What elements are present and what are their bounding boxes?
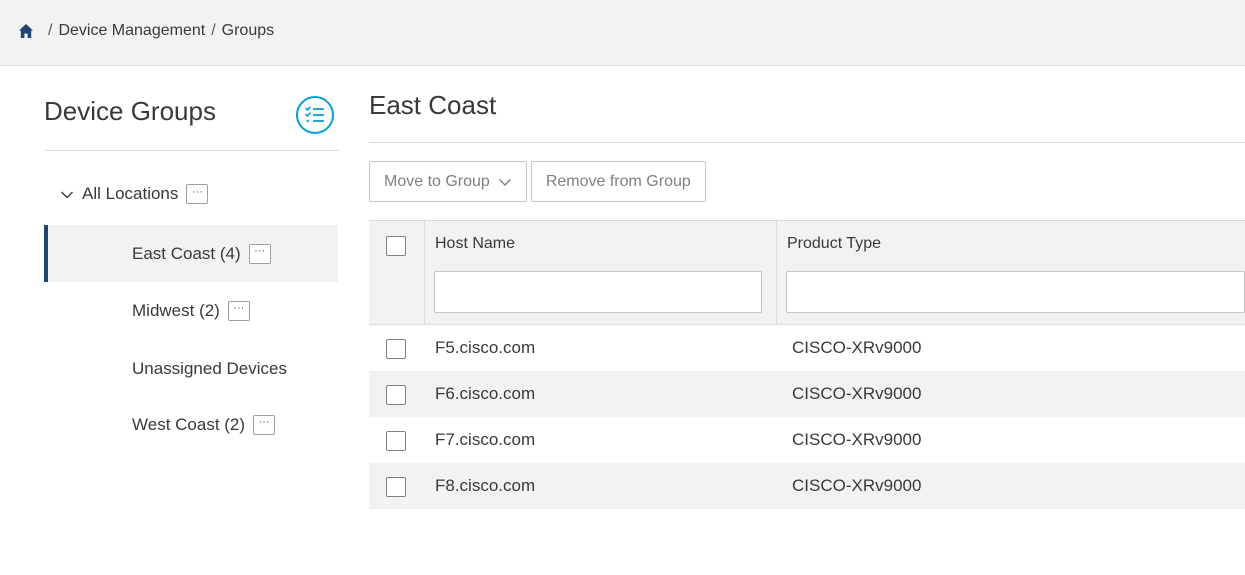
row-checkbox[interactable]: [386, 431, 406, 451]
table-row[interactable]: F8.cisco.com CISCO-XRv9000: [369, 463, 1245, 509]
title-divider: [369, 142, 1245, 143]
column-header-product-type[interactable]: Product Type: [787, 235, 881, 253]
column-host-name: Host Name: [425, 221, 777, 325]
product-type-cell: CISCO-XRv9000: [792, 476, 922, 495]
chevron-down-icon[interactable]: [60, 187, 74, 201]
column-header-host-name[interactable]: Host Name: [435, 235, 515, 253]
sidebar-item-label: West Coast (2): [132, 414, 246, 434]
sidebar-item-east-coast[interactable]: East Coast (4) ···: [44, 225, 338, 282]
host-name-filter-input[interactable]: [434, 271, 762, 313]
select-all-checkbox[interactable]: [386, 236, 406, 256]
ellipsis-icon[interactable]: ···: [253, 414, 276, 435]
chevron-down-icon: [498, 175, 512, 189]
breadcrumb-separator: /: [211, 22, 216, 39]
tree-root-label: All Locations: [82, 184, 179, 203]
group-detail-panel: East Coast Move to Group Remove from Gro…: [369, 66, 1245, 575]
breadcrumb: / Device Management / Groups: [18, 22, 274, 40]
ellipsis-icon[interactable]: ···: [248, 243, 271, 264]
checklist-icon[interactable]: [296, 96, 334, 134]
move-to-group-label: Move to Group: [384, 172, 490, 190]
remove-from-group-label: Remove from Group: [545, 172, 691, 190]
host-name-cell: F8.cisco.com: [435, 476, 536, 495]
column-product-type: Product Type: [777, 221, 1245, 325]
page-title: East Coast: [369, 90, 497, 120]
breadcrumb-item-groups: Groups: [221, 22, 275, 39]
sidebar-item-unassigned-devices[interactable]: Unassigned Devices: [44, 340, 338, 397]
breadcrumb-separator: /: [48, 22, 53, 39]
sidebar-title: Device Groups: [44, 96, 216, 126]
product-type-cell: CISCO-XRv9000: [792, 338, 922, 357]
device-groups-sidebar: Device Groups All Locations ··· East Coa…: [44, 66, 344, 575]
table-row[interactable]: F6.cisco.com CISCO-XRv9000: [369, 371, 1245, 417]
sidebar-divider: [44, 150, 340, 151]
sidebar-item-label: East Coast (4): [132, 243, 241, 263]
row-checkbox[interactable]: [386, 477, 406, 497]
breadcrumb-item-device-management[interactable]: Device Management: [58, 22, 205, 40]
host-name-cell: F6.cisco.com: [435, 384, 536, 403]
select-all-cell: [369, 221, 425, 325]
breadcrumb-bar: / Device Management / Groups: [0, 0, 1245, 66]
ellipsis-icon[interactable]: ···: [186, 184, 209, 204]
devices-table: Host Name Product Type F5.cisco.com CISC…: [369, 220, 1245, 509]
row-checkbox[interactable]: [386, 385, 406, 405]
product-type-filter-input[interactable]: [786, 271, 1245, 313]
sidebar-item-west-coast[interactable]: West Coast (2) ···: [44, 396, 338, 453]
host-name-cell: F7.cisco.com: [435, 430, 536, 449]
product-type-cell: CISCO-XRv9000: [792, 384, 922, 403]
table-row[interactable]: F7.cisco.com CISCO-XRv9000: [369, 417, 1245, 463]
ellipsis-icon[interactable]: ···: [227, 300, 250, 321]
table-row[interactable]: F5.cisco.com CISCO-XRv9000: [369, 325, 1245, 371]
host-name-cell: F5.cisco.com: [435, 338, 536, 357]
sidebar-item-label: Unassigned Devices: [132, 358, 287, 378]
row-checkbox[interactable]: [386, 339, 406, 359]
move-to-group-button[interactable]: Move to Group: [369, 161, 527, 202]
tree-root-all-locations[interactable]: All Locations ···: [60, 183, 209, 205]
product-type-cell: CISCO-XRv9000: [792, 430, 922, 449]
sidebar-item-midwest[interactable]: Midwest (2) ···: [44, 282, 338, 339]
remove-from-group-button[interactable]: Remove from Group: [530, 161, 706, 202]
toolbar: Move to Group Remove from Group: [369, 161, 706, 202]
table-header: Host Name Product Type: [369, 220, 1245, 325]
sidebar-item-label: Midwest (2): [132, 300, 220, 320]
home-icon[interactable]: [18, 23, 34, 39]
